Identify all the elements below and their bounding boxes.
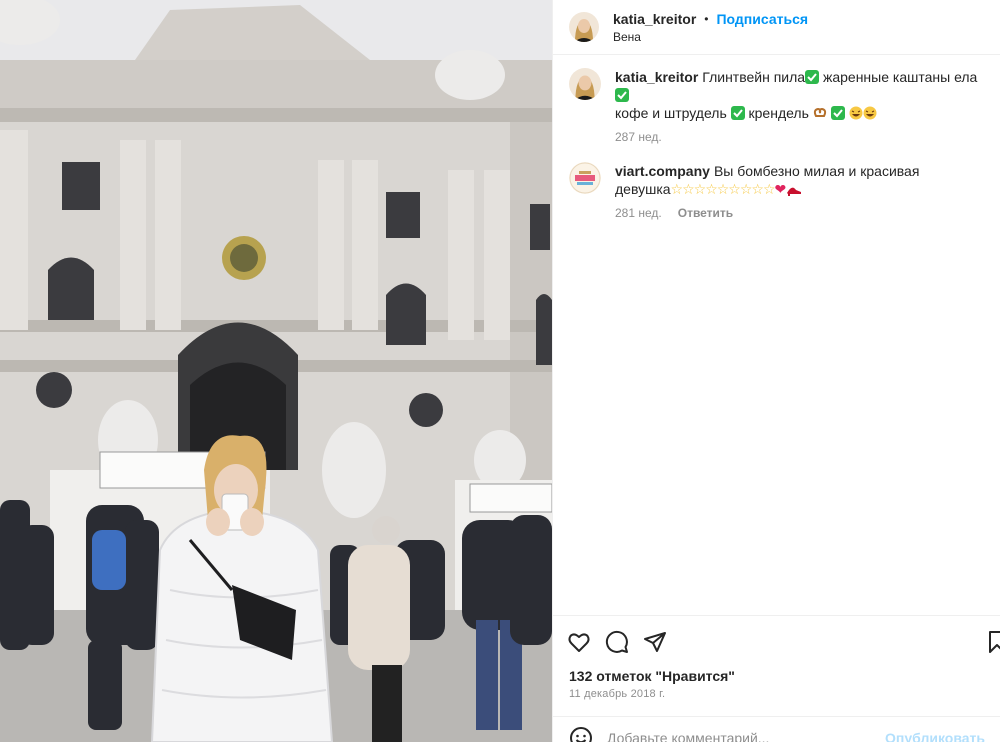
avatar[interactable]: [569, 162, 601, 194]
check-mark-icon: [615, 88, 629, 102]
check-mark-icon: [830, 106, 845, 120]
likes-count[interactable]: 132 отметок "Нравится": [569, 668, 735, 684]
comment-meta: 287 нед.: [615, 130, 985, 144]
post-image: [0, 0, 552, 742]
comment-body: viart.company Вы бомбезно милая и красива…: [615, 162, 985, 220]
paper-plane-icon[interactable]: [643, 630, 667, 654]
avatar[interactable]: [569, 12, 599, 42]
username-link[interactable]: katia_kreitor: [613, 11, 696, 27]
high-heel-icon: [787, 187, 802, 196]
comment-author[interactable]: katia_kreitor: [615, 69, 698, 85]
laughing-face-icon: [849, 106, 863, 120]
header-line: katia_kreitor • Подписаться: [613, 11, 808, 27]
comment-body: katia_kreitor Глинтвейн пила жаренные каш…: [615, 68, 985, 144]
comment-author[interactable]: viart.company: [615, 163, 710, 179]
add-comment-bar: Опубликовать: [553, 718, 1000, 742]
comment-text: viart.company Вы бомбезно милая и красива…: [615, 162, 985, 198]
header-divider: [553, 54, 1000, 55]
comments-list: katia_kreitor Глинтвейн пила жаренные каш…: [553, 68, 1000, 220]
header-text: katia_kreitor • Подписаться Вена: [613, 11, 808, 44]
comment-meta: 281 нед. Ответить: [615, 206, 985, 220]
caption-comment: katia_kreitor Глинтвейн пила жаренные каш…: [553, 68, 1000, 144]
post-date[interactable]: 11 декабрь 2018 г.: [569, 688, 665, 700]
publish-button[interactable]: Опубликовать: [885, 730, 985, 742]
actions-divider: [553, 615, 1000, 616]
comment-text-part: крендель: [744, 105, 813, 121]
check-mark-icon: [730, 106, 745, 120]
comment-input[interactable]: [607, 730, 886, 742]
comment-text-part: Вы бомбезно милая и красивая: [713, 163, 920, 179]
separator-dot: •: [704, 11, 709, 26]
heart-emoji-icon: ❤: [774, 181, 787, 197]
heart-icon[interactable]: [567, 630, 591, 654]
post-panel: katia_kreitor • Подписаться Вена katia_k…: [552, 0, 1000, 742]
comment-icon[interactable]: [605, 630, 629, 654]
comment-age[interactable]: 287 нед.: [615, 130, 662, 144]
pretzel-icon: [813, 107, 826, 117]
comment-text-part: кофе и штрудель: [615, 105, 731, 121]
comment-age[interactable]: 281 нед.: [615, 206, 662, 220]
avatar-image: [569, 12, 599, 42]
post-header: katia_kreitor • Подписаться Вена: [553, 0, 1000, 54]
avatar-image: [569, 162, 601, 194]
comment-text-part: Глинтвейн пила: [702, 69, 806, 85]
comment-item: viart.company Вы бомбезно милая и красива…: [553, 162, 1000, 220]
post-photo[interactable]: [0, 0, 552, 742]
check-mark-icon: [805, 70, 820, 84]
bookmark-icon[interactable]: [985, 630, 1000, 654]
laughing-face-icon: [863, 106, 877, 120]
location-link[interactable]: Вена: [613, 30, 808, 44]
avatar[interactable]: [569, 68, 601, 100]
smile-icon[interactable]: [569, 726, 593, 742]
input-divider: [553, 716, 1000, 717]
comment-text: katia_kreitor Глинтвейн пила жаренные каш…: [615, 68, 985, 122]
instagram-post: katia_kreitor • Подписаться Вена katia_k…: [0, 0, 1000, 742]
action-bar: [553, 622, 1000, 662]
avatar-image: [569, 68, 601, 100]
comment-text-part: девушка: [615, 181, 671, 197]
follow-button[interactable]: Подписаться: [716, 11, 808, 27]
reply-button[interactable]: Ответить: [678, 206, 733, 220]
comment-text-part: жаренные каштаны ела: [819, 69, 978, 85]
star-icons: ☆☆☆☆☆☆☆☆☆: [670, 181, 776, 197]
